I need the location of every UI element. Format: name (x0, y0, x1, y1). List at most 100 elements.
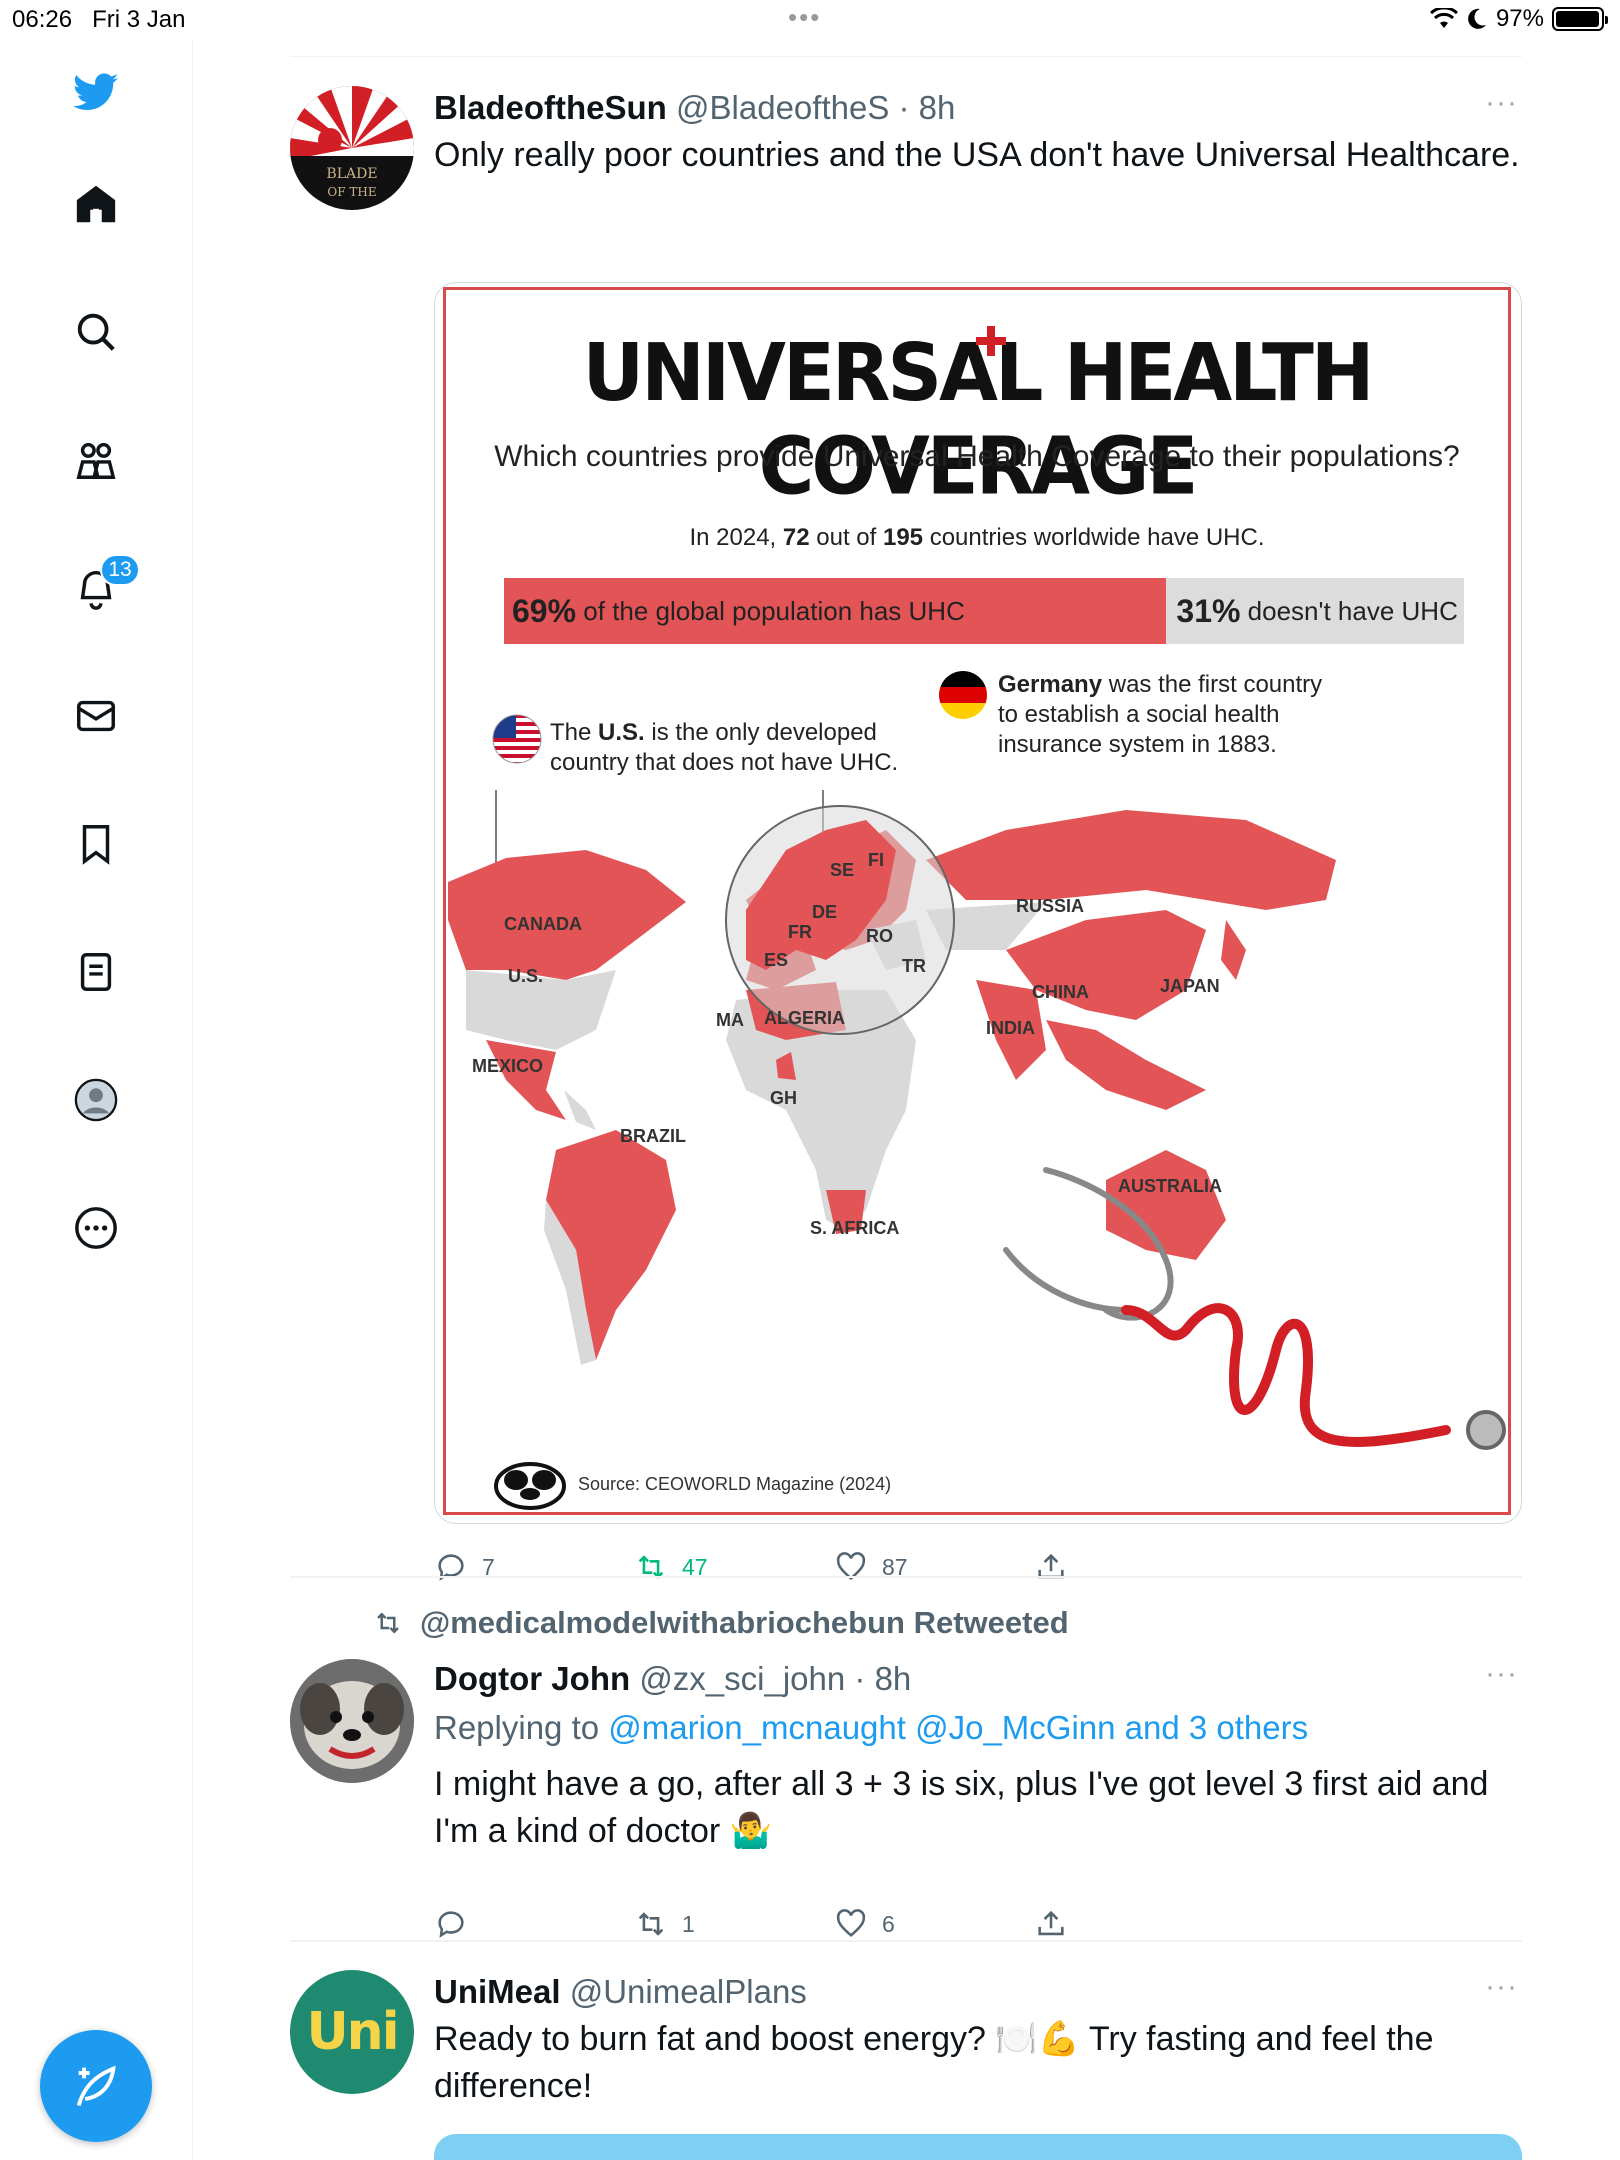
user-handle[interactable]: @BladeoftheS (676, 89, 889, 126)
stethoscope-icon (1003, 1167, 1506, 1450)
label-ro: RO (866, 926, 893, 946)
tweet-header: BladeoftheSun @BladeoftheS · 8h (434, 86, 1522, 130)
status-right: 97% (1429, 5, 1608, 33)
display-name[interactable]: BladeoftheSun (434, 89, 667, 126)
multitasking-dots-icon[interactable]: ••• (788, 2, 821, 33)
label-us: U.S. (508, 966, 543, 986)
infographic-source: Source: CEOWORLD Magazine (2024) (578, 1474, 892, 1494)
label-brazil: BRAZIL (620, 1126, 686, 1146)
rising-sun-avatar-icon: BLADE OF THE (290, 86, 414, 210)
label-china: CHINA (1032, 982, 1089, 1002)
notifications-badge: 13 (100, 554, 140, 586)
sidebar-nav: 13 (0, 40, 193, 2160)
japan-shape (1221, 920, 1246, 980)
population-bar: 69% of the global population has UHC 31%… (504, 578, 1464, 644)
label-canada: CANADA (504, 914, 582, 934)
label-es: ES (764, 950, 788, 970)
uhc-infographic: UNIVERSAL HEALTH COVERAGE Which countrie… (443, 287, 1511, 1515)
like-button[interactable]: 87 (834, 1550, 908, 1584)
search-icon[interactable] (70, 306, 122, 358)
label-russia: RUSSIA (1016, 896, 1084, 916)
user-handle[interactable]: @zx_sci_john (639, 1660, 845, 1697)
battery-icon (1552, 7, 1608, 31)
heart-icon (836, 1552, 866, 1581)
tweet-time[interactable]: · 8h (854, 1660, 911, 1697)
home-icon[interactable] (70, 178, 122, 230)
retweeted-by[interactable]: @medicalmodelwithabriochebun Retweeted (370, 1605, 1069, 1641)
label-fr: FR (788, 922, 812, 942)
tweet-actions: 7 47 87 (434, 1550, 1134, 1590)
tweet-body: UniMeal @UnimealPlans Ready to burn fat … (434, 1970, 1522, 2110)
like-button[interactable]: 6 (834, 1907, 895, 1941)
tweet-image[interactable]: UNIVERSAL HEALTH COVERAGE Which countrie… (434, 282, 1522, 1524)
dog-photo-avatar (290, 1659, 414, 1783)
no-uhc-share: 31% doesn't have UHC (1176, 592, 1458, 629)
replying-to: Replying to @marion_mcnaught @Jo_McGinn … (434, 1709, 1309, 1746)
avatar-bladeofthesun[interactable]: BLADE OF THE (290, 86, 414, 210)
more-options-icon[interactable]: ··· (1485, 1657, 1518, 1691)
russia-shape (926, 810, 1336, 910)
tweet-header: UniMeal @UnimealPlans (434, 1970, 1522, 2014)
profile-avatar-icon[interactable] (70, 1074, 122, 1126)
retweet-small-icon (377, 1612, 399, 1634)
central-america-shape (564, 1090, 596, 1130)
red-cross-icon (976, 326, 1006, 356)
tweet-text: Ready to burn fat and boost energy? 🍽️💪 … (434, 2020, 1434, 2105)
retweet-button[interactable]: 47 (634, 1550, 708, 1584)
label-mexico: MEXICO (472, 1056, 543, 1076)
label-gh: GH (770, 1088, 797, 1108)
tweet-divider (290, 1940, 1522, 1942)
avatar-unimeal[interactable]: Uni (290, 1970, 414, 2094)
label-india: INDIA (986, 1018, 1035, 1038)
more-icon[interactable] (70, 1202, 122, 1254)
top-divider (290, 56, 1522, 57)
label-tr: TR (902, 956, 926, 976)
tweet-time[interactable]: · 8h (899, 89, 956, 126)
reply-icon (438, 1554, 464, 1581)
us-note: The U.S. is the only developed country t… (550, 719, 899, 776)
wifi-icon (1429, 8, 1458, 28)
display-name[interactable]: Dogtor John (434, 1660, 630, 1697)
infographic-stat: In 2024, 72 out of 195 countries worldwi… (689, 524, 1265, 551)
tweet-divider (290, 1576, 1522, 1578)
moon-icon (1468, 8, 1486, 29)
display-name[interactable]: UniMeal (434, 1973, 561, 2010)
lists-icon[interactable] (70, 946, 122, 998)
tweet-header: Dogtor John @zx_sci_john · 8h (434, 1657, 1522, 1701)
retweet-icon (638, 1912, 664, 1936)
label-s-africa: S. AFRICA (810, 1218, 899, 1238)
share-button[interactable] (1034, 1907, 1068, 1941)
messages-icon[interactable] (70, 690, 122, 742)
world-uhc-map: CANADA U.S. MEXICO BRAZIL RUSSIA CHINA I… (448, 790, 1506, 1450)
avatar-text-blade: BLADE (326, 166, 377, 182)
mexico-shape (486, 1040, 566, 1120)
tweet-text: I might have a go, after all 3 + 3 is si… (434, 1765, 1489, 1850)
germany-note: Germany was the first country to establi… (998, 671, 1323, 758)
compose-tweet-button[interactable] (40, 2030, 152, 2142)
user-handle[interactable]: @UnimealPlans (570, 1973, 807, 2010)
communities-icon[interactable] (70, 434, 122, 486)
bookmarks-icon[interactable] (70, 818, 122, 870)
avatar-dogtor-john[interactable] (290, 1659, 414, 1783)
heart-icon (836, 1909, 866, 1938)
reply-button[interactable] (434, 1907, 482, 1941)
retweet-button[interactable]: 1 (634, 1907, 695, 1941)
label-algeria: ALGERIA (764, 1008, 845, 1028)
reply-icon (438, 1911, 464, 1938)
label-de: DE (812, 902, 837, 922)
germany-flag-icon (939, 671, 987, 719)
reply-button[interactable]: 7 (434, 1550, 495, 1584)
battery-percent: 97% (1495, 5, 1544, 32)
status-bar: 06:26 Fri 3 Jan ••• 97% (0, 0, 1620, 40)
label-australia: AUSTRALIA (1118, 1176, 1222, 1196)
unimeal-logo-text: Uni (306, 2002, 399, 2062)
more-options-icon[interactable]: ··· (1485, 1970, 1518, 2004)
twitter-bird-icon[interactable] (70, 66, 122, 118)
promoted-media[interactable] (434, 2134, 1522, 2160)
more-options-icon[interactable]: ··· (1485, 86, 1518, 120)
southeast-asia-shape (1046, 1020, 1206, 1110)
avatar-text-of-the: OF THE (327, 185, 376, 199)
share-button[interactable] (1034, 1550, 1068, 1584)
replying-to-link[interactable]: @marion_mcnaught @Jo_McGinn and 3 others (608, 1709, 1308, 1746)
status-time: 06:26 Fri 3 Jan (12, 6, 186, 33)
